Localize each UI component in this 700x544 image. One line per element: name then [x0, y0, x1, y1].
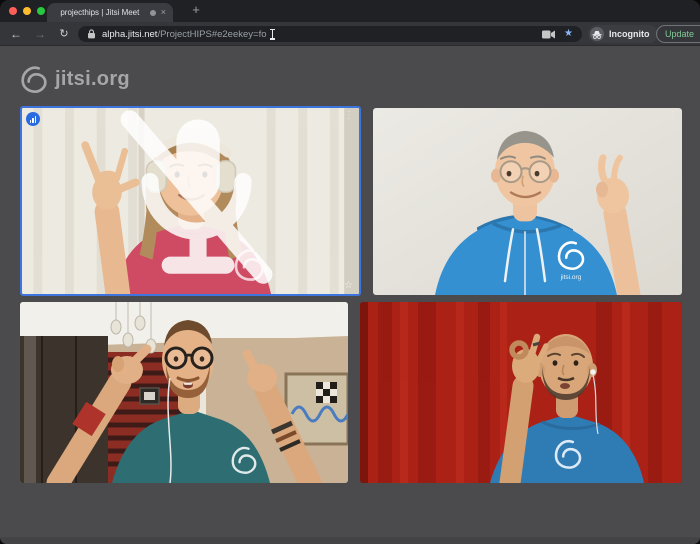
tile-menu-icon[interactable]: ⋮ [333, 304, 343, 316]
tile-menu-icon[interactable]: ⋮ [667, 110, 677, 122]
star-icon[interactable]: ☆ [344, 281, 353, 291]
jitsi-watermark-link[interactable]: jitsi.org [20, 63, 130, 95]
browser-window: projecthips | Jitsi Meet × + ← → ↻ alpha… [0, 0, 700, 544]
jitsi-logo-icon [21, 66, 47, 94]
hoodie-label: jitsi.org [560, 274, 582, 281]
jitsi-meet-page: jitsi.org ⋮ ☆ jitsi.org ⋮ ⋮ [0, 46, 700, 544]
update-label: Update [665, 29, 695, 39]
tab-title: projecthips | Jitsi Meet [60, 8, 140, 17]
url-domain: alpha.jitsi.net [102, 28, 158, 40]
forward-button[interactable]: → [32, 26, 48, 42]
address-bar[interactable]: alpha.jitsi.net/ProjectHIPS#e2eekey=fo ★ [78, 26, 582, 42]
incognito-icon [590, 27, 604, 41]
window-minimize-button[interactable] [23, 7, 31, 15]
text-cursor [269, 28, 276, 40]
participant-tile-bottom-left[interactable]: ⋮ [20, 302, 348, 483]
watermark-text: jitsi.org [55, 67, 130, 90]
camera-in-use-icon[interactable] [542, 30, 556, 39]
participant-tile-top-left[interactable]: ⋮ ☆ [20, 106, 361, 296]
window-zoom-button[interactable] [37, 7, 45, 15]
participant-video-beard-man [20, 302, 348, 483]
participant-video-bald-man [360, 302, 682, 483]
participant-tile-bottom-right[interactable] [360, 302, 682, 483]
participant-tile-top-right[interactable]: jitsi.org ⋮ [373, 108, 682, 295]
back-button[interactable]: ← [8, 26, 24, 42]
browser-tab[interactable]: projecthips | Jitsi Meet × [47, 3, 173, 22]
incognito-label: Incognito [609, 29, 650, 39]
bookmark-star-icon[interactable]: ★ [564, 29, 573, 39]
muted-mic-icon [120, 110, 273, 284]
participant-video-hoodie-man: jitsi.org [373, 108, 682, 295]
tab-close-icon[interactable]: × [161, 8, 166, 17]
incognito-badge: Incognito [588, 25, 658, 43]
browser-toolbar: ← → ↻ alpha.jitsi.net/ProjectHIPS#e2eeke… [0, 22, 700, 46]
url-path: /ProjectHIPS#e2eekey=fo [157, 28, 267, 40]
update-button[interactable]: Update ⋮ [656, 25, 700, 43]
reload-button[interactable]: ↻ [56, 26, 72, 42]
new-tab-button[interactable]: + [188, 2, 204, 18]
tab-strip: projecthips | Jitsi Meet × + [0, 0, 700, 22]
window-bottom-edge [0, 537, 700, 544]
lock-icon [88, 29, 95, 39]
tab-media-indicator [149, 9, 156, 16]
window-close-button[interactable] [9, 7, 17, 15]
